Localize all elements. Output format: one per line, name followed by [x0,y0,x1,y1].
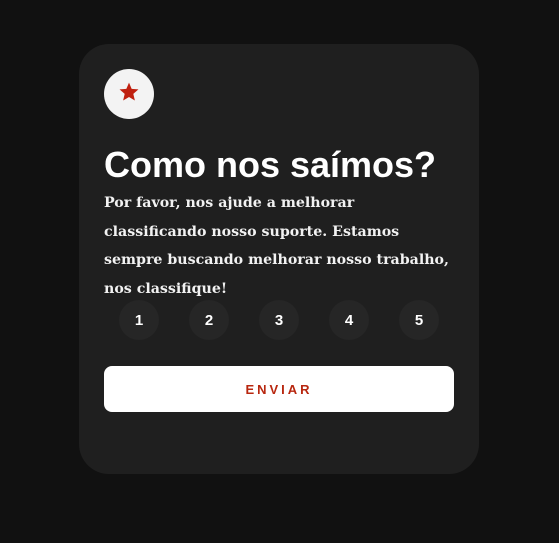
rating-button-2[interactable]: 2 [189,300,229,340]
rating-button-1[interactable]: 1 [119,300,159,340]
rating-card: Como nos saímos? Por favor, nos ajude a … [79,44,479,474]
rating-button-4[interactable]: 4 [329,300,369,340]
card-description: Por favor, nos ajude a melhorar classifi… [104,195,449,297]
star-icon [118,81,140,108]
card-title: Como nos saímos? [104,144,437,185]
rating-options: 1 2 3 4 5 [119,300,439,340]
submit-button[interactable]: ENVIAR [104,366,454,412]
rating-button-5[interactable]: 5 [399,300,439,340]
star-badge [104,69,154,119]
rating-button-3[interactable]: 3 [259,300,299,340]
